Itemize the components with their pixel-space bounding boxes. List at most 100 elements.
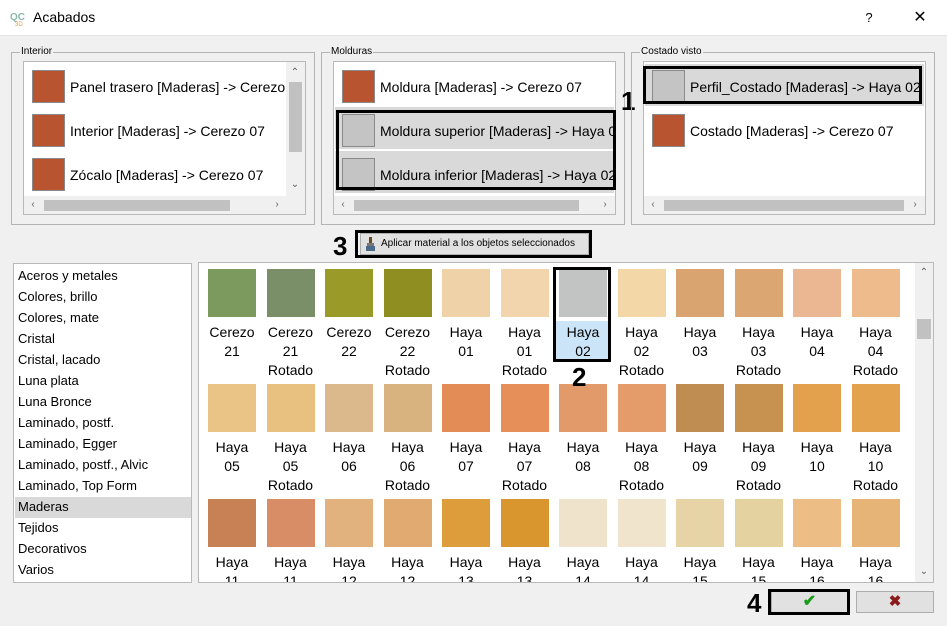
- material-cell[interactable]: Haya 03 Rotado: [730, 263, 788, 378]
- scroll-left-icon[interactable]: ‹: [336, 200, 350, 210]
- help-button[interactable]: ?: [851, 6, 887, 30]
- category-item[interactable]: Laminado, Top Form: [18, 476, 137, 496]
- material-swatch[interactable]: [442, 269, 490, 317]
- material-cell[interactable]: Haya 06: [320, 378, 378, 490]
- material-swatch[interactable]: [325, 384, 373, 432]
- scroll-thumb[interactable]: [664, 200, 904, 211]
- category-item[interactable]: Luna plata: [18, 371, 79, 391]
- material-cell[interactable]: Haya 06 Rotado: [379, 378, 437, 493]
- material-swatch[interactable]: [617, 499, 666, 547]
- category-item[interactable]: Tejidos: [18, 518, 58, 538]
- material-cell[interactable]: Haya 11: [262, 493, 320, 582]
- scroll-thumb[interactable]: [289, 82, 302, 152]
- material-swatch[interactable]: [793, 269, 841, 317]
- material-cell[interactable]: Haya 01: [437, 263, 495, 375]
- category-item[interactable]: Aceros y metales: [18, 266, 118, 286]
- material-swatch[interactable]: [442, 499, 490, 547]
- interior-list[interactable]: Panel trasero [Maderas] -> Cerezo 07 Int…: [23, 61, 306, 215]
- material-swatch[interactable]: [676, 269, 724, 317]
- scroll-right-icon[interactable]: ›: [270, 200, 284, 210]
- material-cell[interactable]: Haya 14: [613, 493, 671, 582]
- scroll-down-icon[interactable]: ⌄: [917, 567, 931, 577]
- material-swatch[interactable]: [734, 499, 783, 547]
- category-item[interactable]: Laminado, postf., Alvic: [18, 455, 148, 475]
- scroll-thumb[interactable]: [44, 200, 230, 211]
- material-cell[interactable]: Cerezo 21: [203, 263, 261, 375]
- material-swatch[interactable]: [793, 384, 841, 432]
- material-cell[interactable]: Haya 09: [671, 378, 729, 490]
- material-cell[interactable]: Haya 13: [496, 493, 554, 582]
- category-item[interactable]: Decorativos: [18, 539, 87, 559]
- scroll-right-icon[interactable]: ›: [908, 200, 922, 210]
- category-item[interactable]: Varios: [18, 560, 54, 580]
- material-cell[interactable]: Haya 09 Rotado: [730, 378, 788, 493]
- close-button[interactable]: ✕: [900, 6, 940, 30]
- category-item[interactable]: Laminado, postf.: [18, 413, 114, 433]
- material-swatch[interactable]: [208, 384, 256, 432]
- category-item[interactable]: Cristal: [18, 329, 55, 349]
- material-swatch[interactable]: [383, 499, 432, 547]
- material-swatch[interactable]: [676, 499, 724, 547]
- material-swatch[interactable]: [208, 269, 256, 317]
- material-cell[interactable]: Haya 02 Rotado: [613, 263, 671, 378]
- material-cell[interactable]: Haya 12: [379, 493, 437, 582]
- material-cell[interactable]: Cerezo 22: [320, 263, 378, 375]
- material-cell[interactable]: Haya 14: [554, 493, 612, 582]
- scroll-up-icon[interactable]: ⌃: [288, 68, 302, 78]
- material-swatch[interactable]: [500, 269, 549, 317]
- material-cell[interactable]: Cerezo 22 Rotado: [379, 263, 437, 378]
- material-swatch[interactable]: [266, 499, 315, 547]
- material-cell[interactable]: Haya 08: [554, 378, 612, 490]
- material-swatch[interactable]: [500, 384, 549, 432]
- material-swatch[interactable]: [734, 269, 783, 317]
- category-list[interactable]: Aceros y metales Colores, brillo Colores, …: [13, 263, 192, 583]
- material-swatch[interactable]: [383, 269, 432, 317]
- vertical-scrollbar[interactable]: ⌃ ⌄: [286, 62, 305, 196]
- material-cell[interactable]: Haya 04: [788, 263, 846, 375]
- material-cell[interactable]: Haya 10: [788, 378, 846, 490]
- scroll-left-icon[interactable]: ‹: [646, 200, 660, 210]
- cancel-button[interactable]: ✖: [856, 591, 934, 613]
- material-cell[interactable]: Haya 15: [671, 493, 729, 582]
- material-swatch[interactable]: [851, 384, 900, 432]
- category-item[interactable]: Luna Bronce: [18, 392, 92, 412]
- material-cell[interactable]: Haya 04 Rotado: [847, 263, 905, 378]
- material-swatch[interactable]: [325, 269, 373, 317]
- material-swatch[interactable]: [793, 499, 841, 547]
- material-swatch[interactable]: [676, 384, 724, 432]
- material-swatch[interactable]: [617, 384, 666, 432]
- horizontal-scrollbar[interactable]: ‹ ›: [24, 196, 305, 214]
- material-cell[interactable]: Haya 16: [847, 493, 905, 582]
- material-swatch[interactable]: [851, 499, 900, 547]
- material-cell[interactable]: Haya 07: [437, 378, 495, 490]
- scroll-down-icon[interactable]: ⌄: [288, 180, 302, 190]
- material-cell[interactable]: Haya 15: [730, 493, 788, 582]
- material-swatch[interactable]: [266, 269, 315, 317]
- material-cell[interactable]: Haya 16: [788, 493, 846, 582]
- scroll-up-icon[interactable]: ⌃: [917, 268, 931, 278]
- material-swatch[interactable]: [208, 499, 256, 547]
- interior-item[interactable]: Zócalo [Maderas] -> Cerezo 07: [70, 167, 263, 183]
- material-cell[interactable]: Haya 13: [437, 493, 495, 582]
- material-swatch[interactable]: [851, 269, 900, 317]
- material-swatch[interactable]: [442, 384, 490, 432]
- material-cell[interactable]: Haya 08 Rotado: [613, 378, 671, 493]
- scroll-thumb[interactable]: [917, 319, 931, 339]
- material-swatch[interactable]: [383, 384, 432, 432]
- scroll-left-icon[interactable]: ‹: [26, 200, 40, 210]
- interior-item[interactable]: Panel trasero [Maderas] -> Cerezo 07: [70, 79, 305, 95]
- material-cell[interactable]: Haya 12: [320, 493, 378, 582]
- scroll-right-icon[interactable]: ›: [598, 200, 612, 210]
- category-item[interactable]: Colores, mate: [18, 308, 99, 328]
- material-cell[interactable]: Haya 10 Rotado: [847, 378, 905, 493]
- molduras-item[interactable]: Moldura [Maderas] -> Cerezo 07: [380, 79, 582, 95]
- material-swatch[interactable]: [734, 384, 783, 432]
- material-cell[interactable]: Cerezo 21 Rotado: [262, 263, 320, 378]
- material-cell[interactable]: Haya 05 Rotado: [262, 378, 320, 493]
- material-cell[interactable]: Haya 07 Rotado: [496, 378, 554, 493]
- material-cell[interactable]: Haya 03: [671, 263, 729, 375]
- horizontal-scrollbar[interactable]: ‹ ›: [334, 196, 615, 214]
- material-swatch[interactable]: [617, 269, 666, 317]
- category-item[interactable]: Maderas: [18, 497, 69, 517]
- material-swatch[interactable]: [559, 499, 607, 547]
